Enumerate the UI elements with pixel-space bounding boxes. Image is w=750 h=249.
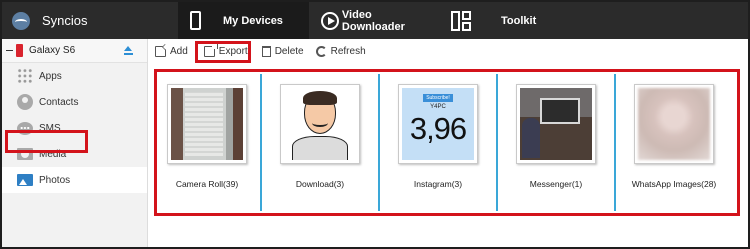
add-button[interactable]: Add	[155, 43, 188, 61]
refresh-label: Refresh	[330, 46, 366, 57]
syncios-logo-icon	[12, 11, 30, 30]
tab-video-downloader[interactable]: Video Downloader	[309, 2, 437, 39]
tab-label: Toolkit	[501, 14, 537, 27]
sidebar-item-label: Contacts	[39, 96, 79, 108]
add-label: Add	[170, 46, 188, 57]
eject-icon[interactable]	[124, 46, 133, 55]
add-icon	[155, 46, 166, 57]
trash-icon	[261, 46, 271, 57]
photos-icon	[17, 174, 33, 186]
active-pointer-arrow	[141, 172, 147, 184]
device-icon	[16, 44, 23, 57]
app-name: Syncios	[42, 13, 88, 28]
app-brand: Syncios	[2, 2, 178, 39]
sidebar-item-photos[interactable]: Photos	[2, 167, 147, 193]
refresh-button[interactable]: Refresh	[315, 43, 366, 61]
sidebar-item-label: Apps	[39, 70, 62, 82]
sidebar-item-apps[interactable]: Apps	[2, 63, 147, 89]
delete-button[interactable]: Delete	[261, 43, 304, 61]
tab-toolkit[interactable]: Toolkit	[437, 2, 547, 39]
device-name: Galaxy S6	[29, 45, 76, 56]
top-nav-bar: Syncios My Devices Video Downloader Tool…	[2, 2, 748, 39]
app-window: Syncios My Devices Video Downloader Tool…	[0, 0, 750, 249]
sidebar-item-contacts[interactable]: Contacts	[2, 89, 147, 115]
export-highlight-box	[195, 41, 251, 63]
tab-label: Video Downloader	[341, 8, 405, 33]
tab-my-devices[interactable]: My Devices	[178, 2, 309, 39]
play-icon	[321, 11, 339, 30]
apps-icon	[17, 68, 33, 84]
delete-label: Delete	[274, 46, 304, 57]
albums-highlight-box	[154, 69, 740, 216]
contacts-icon	[17, 94, 33, 110]
collapse-icon[interactable]	[6, 50, 13, 51]
device-selector[interactable]: Galaxy S6	[2, 39, 147, 63]
toolkit-icon	[451, 10, 471, 31]
tab-label: My Devices	[223, 14, 283, 27]
phone-icon	[190, 11, 201, 30]
photos-highlight-box	[5, 130, 88, 153]
refresh-icon	[315, 46, 327, 57]
sidebar-item-label: Photos	[39, 174, 71, 186]
